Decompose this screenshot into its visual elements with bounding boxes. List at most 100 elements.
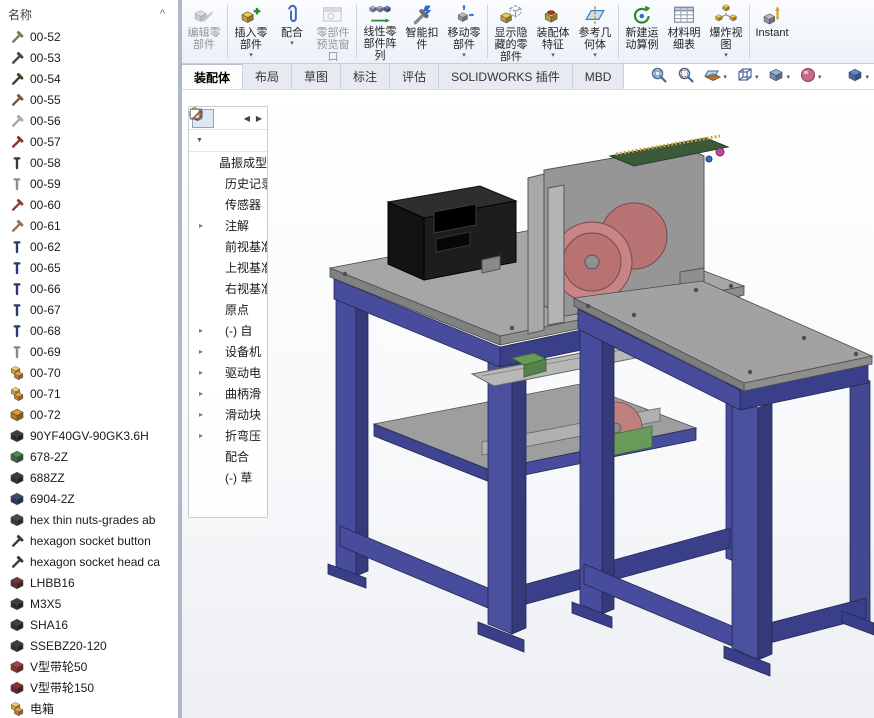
tab-布局[interactable]: 布局 xyxy=(243,64,292,89)
next-pane-icon[interactable]: ▶ xyxy=(254,114,264,123)
list-item[interactable]: 00-72 xyxy=(0,404,178,425)
tree-item[interactable]: ▸曲柄滑 xyxy=(189,383,267,404)
tab-MBD[interactable]: MBD xyxy=(573,64,625,89)
list-item[interactable]: 00-58 xyxy=(0,152,178,173)
list-item[interactable]: 00-60 xyxy=(0,194,178,215)
list-item[interactable]: 00-68 xyxy=(0,320,178,341)
list-item[interactable]: 688ZZ xyxy=(0,467,178,488)
zoom-to-area-button[interactable] xyxy=(677,66,695,87)
part-label: 00-55 xyxy=(30,93,61,107)
zoom-to-fit-button[interactable] xyxy=(650,66,668,87)
part-label: hexagon socket head ca xyxy=(30,555,160,569)
tree-item[interactable]: ▸A注解 xyxy=(189,215,267,236)
list-item[interactable]: 00-65 xyxy=(0,257,178,278)
list-item[interactable]: 电箱 xyxy=(0,698,178,718)
list-item[interactable]: 00-62 xyxy=(0,236,178,257)
parts-panel-title: 名称 xyxy=(8,6,32,23)
toolbar-show-hidden-button[interactable]: 显示隐藏的零部件 xyxy=(490,0,532,63)
chevron-up-icon[interactable]: ^ xyxy=(157,8,168,20)
toolbar-move-component-button[interactable]: 移动零部件▾ xyxy=(443,0,485,63)
assembly-icon xyxy=(10,387,24,401)
tab-草图[interactable]: 草图 xyxy=(292,64,341,89)
list-item[interactable]: 00-71 xyxy=(0,383,178,404)
list-item[interactable]: 6904-2Z xyxy=(0,488,178,509)
part-icon xyxy=(10,681,24,695)
dropdown-caret-icon: ▾ xyxy=(462,52,466,59)
list-item[interactable]: SSEBZ20-120 xyxy=(0,635,178,656)
tree-item[interactable]: 晶振成型机 xyxy=(189,152,267,173)
tab-装配体[interactable]: 装配体 xyxy=(182,64,243,89)
tree-item[interactable]: ▸滑动块 xyxy=(189,404,267,425)
toolbar-instant3d-button[interactable]: Instant xyxy=(752,0,792,63)
list-item[interactable]: SHA16 xyxy=(0,614,178,635)
3d-model[interactable] xyxy=(182,90,874,718)
list-item[interactable]: 00-52 xyxy=(0,26,178,47)
list-item[interactable]: 00-69 xyxy=(0,341,178,362)
pin-icon xyxy=(10,156,24,170)
list-item[interactable]: V型带轮150 xyxy=(0,677,178,698)
filter-button[interactable]: ▼ xyxy=(192,136,205,145)
tree-item-label: 历史记录 xyxy=(225,175,267,192)
tree-item[interactable]: 上视基准面 xyxy=(189,257,267,278)
toolbar-insert-component-button[interactable]: 插入零部件▾ xyxy=(230,0,272,63)
list-item[interactable]: M3X5 xyxy=(0,593,178,614)
toolbar-mate-button[interactable]: 配合▾ xyxy=(272,0,312,63)
tab-评估[interactable]: 评估 xyxy=(390,64,439,89)
tree-item[interactable]: ▸折弯压 xyxy=(189,425,267,446)
pin-icon xyxy=(10,345,24,359)
tree-item[interactable]: ▸驱动电 xyxy=(189,362,267,383)
list-item[interactable]: hexagon socket button xyxy=(0,530,178,551)
list-item[interactable]: 00-56 xyxy=(0,110,178,131)
list-item[interactable]: 90YF40GV-90GK3.6H xyxy=(0,425,178,446)
toolbar-motion-study-button[interactable]: 新建运动算例 xyxy=(621,0,663,63)
tree-item[interactable]: 历史记录 xyxy=(189,173,267,194)
toolbar-assembly-features-button[interactable]: 装配体特征▾ xyxy=(532,0,574,63)
toolbar-bom-button[interactable]: 材料明细表 xyxy=(663,0,705,63)
tab-SOLIDWORKS 插件[interactable]: SOLIDWORKS 插件 xyxy=(439,64,573,89)
list-item[interactable]: 678-2Z xyxy=(0,446,178,467)
tree-item[interactable]: 右视基准面 xyxy=(189,278,267,299)
tree-item[interactable]: 传感器 xyxy=(189,194,267,215)
list-item[interactable]: 00-54 xyxy=(0,68,178,89)
tree-item[interactable]: (-) 草 xyxy=(189,467,267,488)
list-item[interactable]: 00-66 xyxy=(0,278,178,299)
list-item[interactable]: LHBB16 xyxy=(0,572,178,593)
list-item[interactable]: 00-53 xyxy=(0,47,178,68)
toolbar-reference-geometry-button[interactable]: 参考几何体▾ xyxy=(574,0,616,63)
list-item[interactable]: 00-59 xyxy=(0,173,178,194)
tree-item-label: 传感器 xyxy=(225,196,261,213)
list-item[interactable]: V型带轮50 xyxy=(0,656,178,677)
model-right-table[interactable] xyxy=(572,281,874,676)
list-item[interactable]: hexagon socket head ca xyxy=(0,551,178,572)
toolbar-exploded-view-button[interactable]: 爆炸视图▾ xyxy=(705,0,747,63)
list-item[interactable]: 00-57 xyxy=(0,131,178,152)
model-control-box[interactable] xyxy=(388,186,516,280)
view-orientation-button[interactable]: ▾ xyxy=(736,66,759,87)
tree-item[interactable]: 前视基准面 xyxy=(189,236,267,257)
tree-item[interactable]: 配合 xyxy=(189,446,267,467)
tree-item[interactable]: 原点 xyxy=(189,299,267,320)
list-item[interactable]: 00-70 xyxy=(0,362,178,383)
toolbar-linear-pattern-button[interactable]: 线性零部件阵列▾ xyxy=(359,0,401,63)
tree-item[interactable]: ▸设备机 xyxy=(189,341,267,362)
section-view-button[interactable]: ▾ xyxy=(704,66,727,87)
list-item[interactable]: 00-67 xyxy=(0,299,178,320)
apply-scene-button[interactable]: ▾ xyxy=(846,66,869,87)
pin-icon xyxy=(10,177,24,191)
part-label: 00-54 xyxy=(30,72,61,86)
dropdown-caret-icon: ▾ xyxy=(593,52,597,59)
toolbar-smart-fasteners-button[interactable]: 智能扣件 xyxy=(401,0,443,63)
list-item[interactable]: 00-55 xyxy=(0,89,178,110)
list-item[interactable]: 00-61 xyxy=(0,215,178,236)
edit-appearance-button[interactable]: ▾ xyxy=(799,66,822,87)
list-item[interactable]: hex thin nuts-grades ab xyxy=(0,509,178,530)
graphics-area[interactable]: ◀ ▶ ▼ 晶振成型机历史记录传感器▸A注解前视基准面上视基准面右视基准面原点▸… xyxy=(182,90,874,718)
tab-标注[interactable]: 标注 xyxy=(341,64,390,89)
display-style-button[interactable]: ▾ xyxy=(767,66,790,87)
toolbar-preview-window-button[interactable]: 零部件预览窗口 xyxy=(312,0,354,63)
parts-panel: 名称 ^ 00-5200-53 00-54 00-55 00-5600-5700-58… xyxy=(0,0,178,718)
annotations-icon: A xyxy=(208,219,222,233)
toolbar-edit-component-button[interactable]: 编辑零部件 xyxy=(183,0,225,63)
previous-pane-icon[interactable]: ◀ xyxy=(242,114,252,123)
tree-item[interactable]: ▸(-) 自 xyxy=(189,320,267,341)
